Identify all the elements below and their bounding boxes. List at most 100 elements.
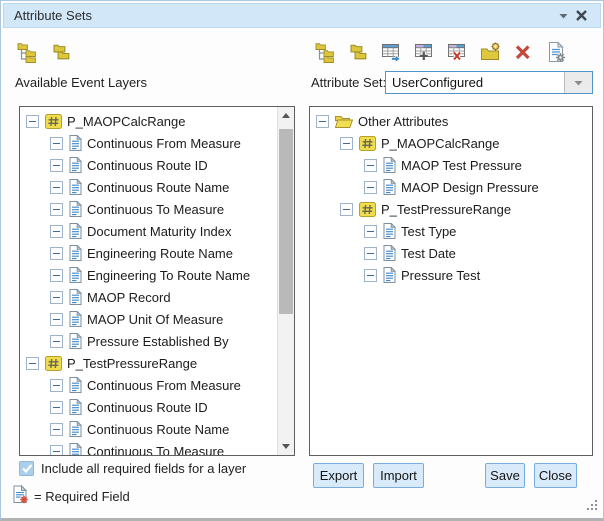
close-icon[interactable] <box>572 7 590 25</box>
field-icon <box>69 333 82 349</box>
collapse-toggle[interactable] <box>50 137 63 150</box>
collapse-toggle[interactable] <box>50 313 63 326</box>
tree-item-label: MAOP Test Pressure <box>401 158 522 173</box>
dropdown-button[interactable] <box>564 72 592 93</box>
dropdown-caret-icon[interactable] <box>554 7 572 25</box>
tree-item-label: P_MAOPCalcRange <box>381 136 500 151</box>
tree-item[interactable]: Other Attributes <box>310 110 592 132</box>
table-export-icon[interactable] <box>379 40 403 64</box>
scrollbar-thumb[interactable] <box>279 129 293 314</box>
collapse-toggle[interactable] <box>50 401 63 414</box>
collapse-toggle[interactable] <box>50 445 63 457</box>
new-attribute-set-tree-icon[interactable] <box>313 40 337 64</box>
tree-item-label: Pressure Established By <box>87 334 229 349</box>
vertical-scrollbar[interactable] <box>277 107 294 455</box>
table-add-icon[interactable] <box>412 40 436 64</box>
tree-item[interactable]: Document Maturity Index <box>20 220 277 242</box>
toolbar-right <box>313 40 568 64</box>
collapse-toggle[interactable] <box>50 181 63 194</box>
tree-item[interactable]: MAOP Design Pressure <box>310 176 592 198</box>
event-layer-icon <box>45 356 62 371</box>
folder-gear-icon[interactable] <box>478 40 502 64</box>
tree-item[interactable]: P_TestPressureRange <box>20 352 277 374</box>
tree-item[interactable]: Engineering To Route Name <box>20 264 277 286</box>
collapse-toggle[interactable] <box>50 379 63 392</box>
field-icon <box>69 267 82 283</box>
scroll-down-icon[interactable] <box>278 438 294 455</box>
tree-item[interactable]: Test Type <box>310 220 592 242</box>
collapse-toggle[interactable] <box>340 137 353 150</box>
field-icon <box>69 311 82 327</box>
include-required-fields-checkbox[interactable] <box>19 461 34 476</box>
collapse-toggle[interactable] <box>26 115 39 128</box>
tree-item[interactable]: P_MAOPCalcRange <box>20 110 277 132</box>
collapse-toggle[interactable] <box>364 181 377 194</box>
folders-icon[interactable] <box>49 40 73 64</box>
tree-item[interactable]: Continuous Route Name <box>20 176 277 198</box>
tree-item[interactable]: Continuous From Measure <box>20 132 277 154</box>
tree-item-label: Continuous Route Name <box>87 180 229 195</box>
field-icon <box>383 179 396 195</box>
collapse-toggle[interactable] <box>340 203 353 216</box>
collapse-toggle[interactable] <box>50 291 63 304</box>
collapse-toggle[interactable] <box>364 159 377 172</box>
report-gear-icon[interactable] <box>544 40 568 64</box>
collapse-toggle[interactable] <box>50 203 63 216</box>
tree-item[interactable]: Continuous Route ID <box>20 154 277 176</box>
resize-grip[interactable] <box>586 499 598 514</box>
collapse-toggle[interactable] <box>50 247 63 260</box>
toolbar-left <box>15 40 73 64</box>
table-delete-icon[interactable] <box>445 40 469 64</box>
tree-item-label: Other Attributes <box>358 114 448 129</box>
available-layers-tree-panel: P_MAOPCalcRange Continuous From Measure … <box>19 106 295 456</box>
tree-item[interactable]: Continuous Route Name <box>20 418 277 440</box>
close-button[interactable]: Close <box>534 463 577 488</box>
tree-item[interactable]: MAOP Record <box>20 286 277 308</box>
collapse-toggle[interactable] <box>50 335 63 348</box>
collapse-toggle[interactable] <box>364 225 377 238</box>
import-button[interactable]: Import <box>373 463 424 488</box>
tree-item-label: Engineering To Route Name <box>87 268 250 283</box>
export-button[interactable]: Export <box>313 463 364 488</box>
tree-item-label: Continuous Route Name <box>87 422 229 437</box>
collapse-toggle[interactable] <box>364 269 377 282</box>
titlebar[interactable]: Attribute Sets <box>3 3 601 28</box>
collapse-toggle[interactable] <box>50 269 63 282</box>
tree-item-label: MAOP Design Pressure <box>401 180 539 195</box>
tree-item-label: Document Maturity Index <box>87 224 232 239</box>
new-attribute-set-tree-icon[interactable] <box>15 40 39 64</box>
tree-item[interactable]: MAOP Unit Of Measure <box>20 308 277 330</box>
tree-item[interactable]: P_TestPressureRange <box>310 198 592 220</box>
tree-item[interactable]: MAOP Test Pressure <box>310 154 592 176</box>
collapse-toggle[interactable] <box>364 247 377 260</box>
collapse-toggle[interactable] <box>26 357 39 370</box>
collapse-toggle[interactable] <box>316 115 329 128</box>
tree-item-label: Test Date <box>401 246 456 261</box>
tree-item-label: Continuous To Measure <box>87 202 224 217</box>
delete-icon[interactable] <box>511 40 535 64</box>
attribute-sets-dialog: Attribute Sets <box>0 0 604 521</box>
folders-icon[interactable] <box>346 40 370 64</box>
save-button[interactable]: Save <box>485 463 525 488</box>
scroll-up-icon[interactable] <box>278 107 294 124</box>
attribute-set-dropdown[interactable]: UserConfigured <box>385 71 593 94</box>
tree-item-label: P_TestPressureRange <box>67 356 197 371</box>
tree-item[interactable]: Test Date <box>310 242 592 264</box>
tree-item[interactable]: Continuous To Measure <box>20 440 277 456</box>
tree-item[interactable]: Pressure Established By <box>20 330 277 352</box>
tree-item[interactable]: Pressure Test <box>310 264 592 286</box>
collapse-toggle[interactable] <box>50 423 63 436</box>
tree-item[interactable]: Engineering Route Name <box>20 242 277 264</box>
tree-item[interactable]: Continuous From Measure <box>20 374 277 396</box>
tree-item-label: Pressure Test <box>401 268 480 283</box>
tree-item[interactable]: Continuous Route ID <box>20 396 277 418</box>
tree-item[interactable]: Continuous To Measure <box>20 198 277 220</box>
include-required-fields-label: Include all required fields for a layer <box>41 461 246 476</box>
tree-item[interactable]: P_MAOPCalcRange <box>310 132 592 154</box>
collapse-toggle[interactable] <box>50 225 63 238</box>
event-layer-icon <box>45 114 62 129</box>
field-icon <box>69 443 82 456</box>
tree-item-label: P_MAOPCalcRange <box>67 114 186 129</box>
collapse-toggle[interactable] <box>50 159 63 172</box>
tree-item-label: Continuous To Measure <box>87 444 224 457</box>
